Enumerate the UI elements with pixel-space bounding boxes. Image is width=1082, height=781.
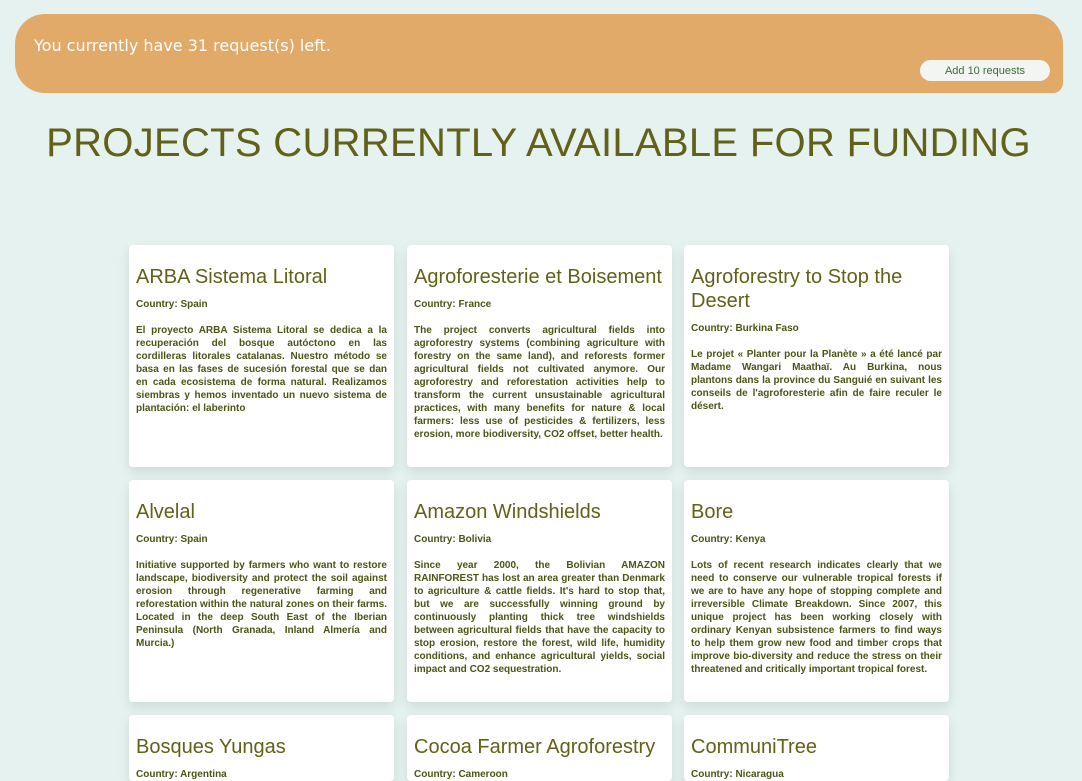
project-card[interactable]: Alvelal Country: Spain Initiative suppor… <box>129 480 394 702</box>
project-title[interactable]: Bosques Yungas <box>136 735 387 759</box>
page-title: PROJECTS CURRENTLY AVAILABLE FOR FUNDING <box>46 121 1031 165</box>
project-country: Country: Argentina <box>136 769 227 780</box>
project-title[interactable]: Cocoa Farmer Agroforestry <box>414 735 665 759</box>
project-country: Country: Cameroon <box>414 769 508 780</box>
project-description: The project converts agricultural fields… <box>414 325 665 440</box>
project-card[interactable]: Bosques Yungas Country: Argentina <box>129 715 394 781</box>
project-country: Country: Spain <box>136 299 208 310</box>
project-card[interactable]: ARBA Sistema Litoral Country: Spain El p… <box>129 245 394 467</box>
project-description: Since year 2000, the Bolivian AMAZON RAI… <box>414 560 665 675</box>
requests-left-message: You currently have 31 request(s) left. <box>34 36 331 55</box>
project-title[interactable]: CommuniTree <box>691 735 942 759</box>
project-card[interactable]: Agroforestry to Stop the Desert Country:… <box>684 245 949 467</box>
project-country: Country: Burkina Faso <box>691 323 799 334</box>
project-country: Country: Kenya <box>691 534 766 545</box>
project-title[interactable]: Agroforesterie et Boisement <box>414 265 665 289</box>
project-card[interactable]: Cocoa Farmer Agroforestry Country: Camer… <box>407 715 672 781</box>
project-description: Lots of recent research indicates clearl… <box>691 560 942 675</box>
project-country: Country: Bolivia <box>414 534 492 545</box>
add-requests-button[interactable]: Add 10 requests <box>920 60 1050 81</box>
project-title[interactable]: Bore <box>691 500 942 524</box>
project-card[interactable]: Bore Country: Kenya Lots of recent resea… <box>684 480 949 702</box>
project-title[interactable]: Agroforestry to Stop the Desert <box>691 265 942 313</box>
project-country: Country: Spain <box>136 534 208 545</box>
project-description: Initiative supported by farmers who want… <box>136 560 387 649</box>
project-title[interactable]: ARBA Sistema Litoral <box>136 265 387 289</box>
project-description: El proyecto ARBA Sistema Litoral se dedi… <box>136 325 387 414</box>
project-country: Country: France <box>414 299 492 310</box>
project-card[interactable]: CommuniTree Country: Nicaragua <box>684 715 949 781</box>
project-title[interactable]: Alvelal <box>136 500 387 524</box>
project-description: Le projet « Planter pour la Planète » a … <box>691 349 942 412</box>
project-card[interactable]: Agroforesterie et Boisement Country: Fra… <box>407 245 672 467</box>
requests-banner: You currently have 31 request(s) left. A… <box>15 14 1063 93</box>
project-card[interactable]: Amazon Windshields Country: Bolivia Sinc… <box>407 480 672 702</box>
project-country: Country: Nicaragua <box>691 769 784 780</box>
project-title[interactable]: Amazon Windshields <box>414 500 665 524</box>
